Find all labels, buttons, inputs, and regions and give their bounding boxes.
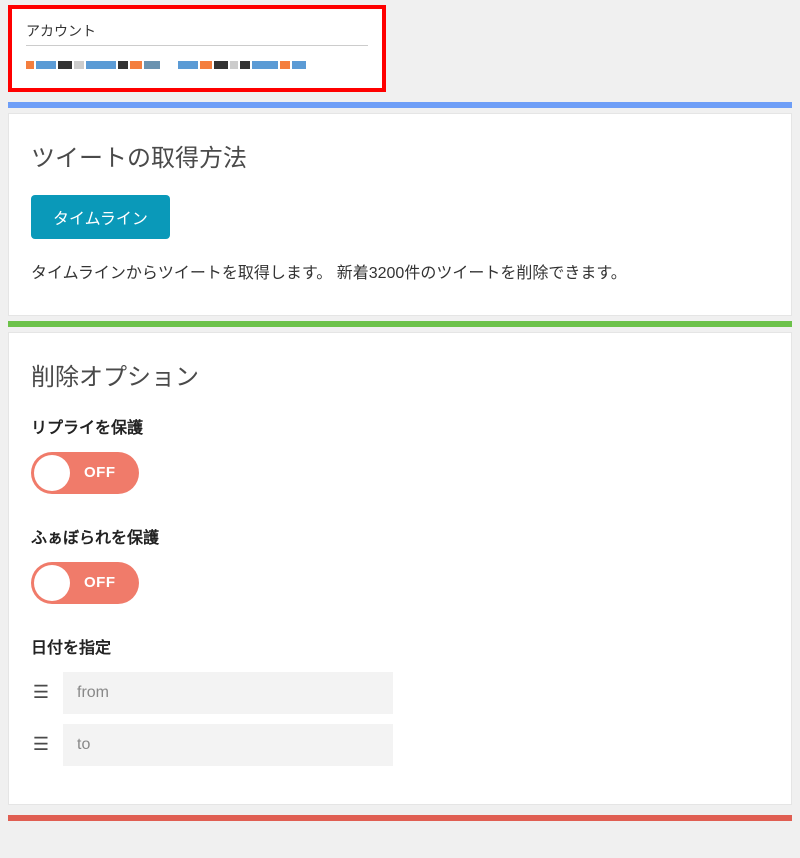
account-item[interactable] bbox=[26, 56, 160, 74]
tweet-method-card: ツイートの取得方法 タイムライン タイムラインからツイートを取得します。 新着3… bbox=[8, 113, 792, 316]
protect-fav-label: ふぁぼられを保護 bbox=[31, 524, 769, 548]
account-list bbox=[26, 56, 368, 74]
account-heading: アカウント bbox=[26, 21, 368, 46]
section-stripe-red bbox=[8, 815, 792, 821]
toggle-state-text: OFF bbox=[84, 464, 116, 481]
date-from-input[interactable] bbox=[63, 672, 393, 714]
tweet-method-description: タイムラインからツイートを取得します。 新着3200件のツイートを削除できます。 bbox=[31, 261, 769, 287]
section-stripe-blue bbox=[8, 102, 792, 108]
toggle-state-text: OFF bbox=[84, 574, 116, 591]
account-item[interactable] bbox=[178, 56, 306, 74]
delete-options-card: 削除オプション リプライを保護 OFF ふぁぼられを保護 OFF 日付を指定 ☰… bbox=[8, 332, 792, 805]
delete-options-title: 削除オプション bbox=[31, 357, 769, 392]
protect-reply-toggle[interactable]: OFF bbox=[31, 452, 139, 494]
date-from-row: ☰ bbox=[31, 672, 769, 714]
timeline-button[interactable]: タイムライン bbox=[31, 195, 170, 239]
protect-reply-block: リプライを保護 OFF bbox=[31, 414, 769, 494]
protect-reply-label: リプライを保護 bbox=[31, 414, 769, 438]
calendar-icon: ☰ bbox=[31, 734, 51, 755]
date-to-input[interactable] bbox=[63, 724, 393, 766]
toggle-knob bbox=[34, 455, 70, 491]
date-spec-block: 日付を指定 ☰ ☰ bbox=[31, 634, 769, 766]
calendar-icon: ☰ bbox=[31, 682, 51, 703]
account-card: アカウント bbox=[8, 5, 386, 92]
tweet-method-title: ツイートの取得方法 bbox=[31, 138, 769, 173]
protect-fav-block: ふぁぼられを保護 OFF bbox=[31, 524, 769, 604]
date-spec-label: 日付を指定 bbox=[31, 634, 769, 658]
toggle-knob bbox=[34, 565, 70, 601]
section-stripe-green bbox=[8, 321, 792, 327]
protect-fav-toggle[interactable]: OFF bbox=[31, 562, 139, 604]
date-to-row: ☰ bbox=[31, 724, 769, 766]
